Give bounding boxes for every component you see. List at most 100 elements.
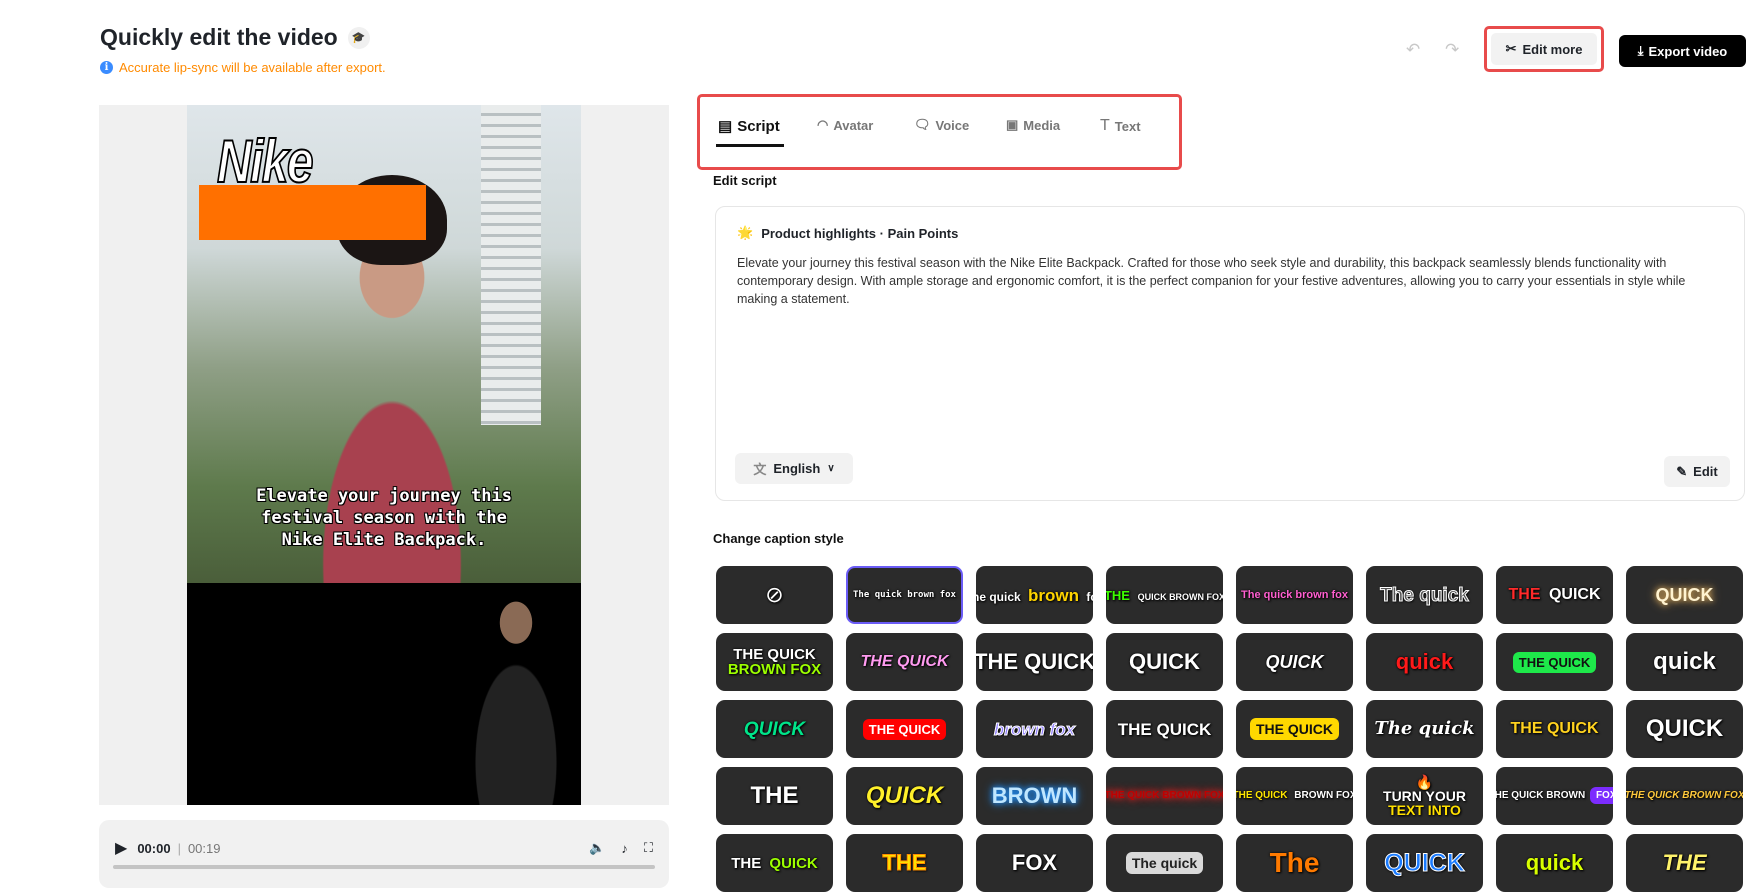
tutorial-hat-icon[interactable]: 🎓 — [347, 26, 370, 49]
caption-sample-text: THE — [731, 854, 766, 872]
caption-style-tile[interactable]: THE QUICK — [716, 834, 833, 892]
caption-style-tile[interactable]: quick — [1626, 633, 1743, 691]
translate-icon: 文 — [753, 462, 767, 477]
caption-sample-line: QUICK — [1382, 850, 1467, 876]
caption-style-tile[interactable]: THE QUICK — [1236, 700, 1353, 758]
caption-sample-text: THE — [750, 782, 799, 809]
notice-text: Accurate lip-sync will be available afte… — [119, 60, 386, 75]
caption-style-tile[interactable]: The quick brown fox — [846, 566, 963, 624]
caption-sample-text: THE — [1662, 850, 1707, 875]
export-label: Export video — [1648, 43, 1728, 59]
video-frame[interactable]: Nike Elevate your journey this festival … — [187, 105, 581, 805]
caption-sample-line: BROWN FOX — [726, 662, 823, 677]
caption-sample-line: THE QUICK BROWN FOX — [1106, 791, 1223, 801]
sparkle-icon: 🌟 — [737, 225, 754, 240]
caption-style-tile[interactable]: THE QUICK BROWN FOX — [1626, 767, 1743, 825]
caption-sample-text: QUICK BROWN FOX — [1137, 591, 1223, 602]
tab-avatar[interactable]: ◠ Avatar — [817, 117, 873, 133]
redo-icon[interactable]: ↷ — [1445, 40, 1459, 60]
edit-more-button[interactable]: ✂ Edit more — [1491, 33, 1597, 65]
caption-sample-text: The quick — [1374, 718, 1475, 739]
caption-style-tile[interactable]: QUICK — [846, 767, 963, 825]
caption-style-tile[interactable]: The quick brown fox — [976, 566, 1093, 624]
caption-sample-text: FOX — [1011, 850, 1058, 875]
caption-style-tile[interactable]: THE QUICK — [846, 700, 963, 758]
video-player-controls: ▶ 00:00 | 00:19 🔈 ♪ ⛶ — [99, 820, 669, 888]
caption-style-tile[interactable]: THE QUICK BROWN FOX — [1236, 767, 1353, 825]
caption-style-tile[interactable]: brown fox — [976, 700, 1093, 758]
caption-style-tile[interactable]: FOX — [976, 834, 1093, 892]
fullscreen-icon[interactable]: ⛶ — [644, 840, 653, 856]
caption-style-tile[interactable]: The quick — [1366, 700, 1483, 758]
caption-style-tile[interactable]: THE QUICK BROWN FOX — [1106, 566, 1223, 624]
caption-style-tile[interactable]: THE — [716, 767, 833, 825]
caption-sample-text: THE — [1508, 586, 1545, 603]
edit-label: Edit — [1693, 464, 1718, 479]
caption-sample-line: The quick brown fox — [976, 587, 1093, 604]
caption-style-tile[interactable]: quick — [1366, 633, 1483, 691]
caption-style-tile[interactable]: The — [1236, 834, 1353, 892]
caption-style-tile[interactable]: QUICK — [1366, 834, 1483, 892]
caption-line: festival season with the — [261, 508, 507, 528]
caption-style-tile[interactable]: THE QUICK — [1496, 700, 1613, 758]
download-icon: ⤓ — [1637, 43, 1644, 58]
caption-style-tile[interactable]: THE QUICK — [976, 633, 1093, 691]
caption-sample-text: QUICK — [1655, 585, 1714, 605]
caption-sample-text: fox — [1086, 589, 1093, 604]
edit-script-button[interactable]: ✎ Edit — [1664, 456, 1730, 487]
caption-style-tile[interactable]: THE QUICK — [1106, 700, 1223, 758]
page-title: Quickly edit the video 🎓 — [100, 24, 370, 51]
caption-style-tile[interactable]: QUICK — [1626, 700, 1743, 758]
caption-style-tile[interactable]: THE QUICK BROWN FOX — [716, 633, 833, 691]
caption-sample-line: THE QUICK — [1509, 721, 1601, 737]
duration: 00:19 — [187, 840, 221, 856]
caption-style-tile[interactable]: The quick brown fox — [1236, 566, 1353, 624]
caption-sample-text: brown fox — [993, 719, 1076, 739]
caption-sample-text: quick — [1653, 648, 1716, 675]
caption-style-tile[interactable]: THE — [846, 834, 963, 892]
caption-sample-line: QUICK — [1264, 653, 1326, 671]
caption-style-tile[interactable]: THE QUICK — [846, 633, 963, 691]
caption-style-tile[interactable]: BROWN — [976, 767, 1093, 825]
tab-media[interactable]: ▣ Media — [1006, 117, 1060, 133]
language-select[interactable]: 文 English ∨ — [735, 453, 853, 484]
caption-sample-line: The quick — [1125, 852, 1204, 874]
caption-sample-text: THE QUICK — [1236, 790, 1291, 801]
script-icon: ▤ — [718, 118, 733, 135]
tab-voice[interactable]: 🗨 Voice — [914, 117, 969, 133]
export-video-button[interactable]: ⤓ Export video — [1619, 35, 1746, 67]
caption-style-tile[interactable]: THE QUICK — [1496, 566, 1613, 624]
caption-sample-line: THE QUICK BROWN FOX — [1106, 589, 1223, 602]
caption-style-tile[interactable]: QUICK — [1236, 633, 1353, 691]
play-icon[interactable]: ▶ — [115, 838, 127, 858]
caption-style-tile[interactable]: THE QUICK — [1496, 633, 1613, 691]
undo-icon[interactable]: ↶ — [1406, 40, 1420, 60]
scissors-icon: ✂ — [1505, 41, 1517, 56]
tiktok-icon[interactable]: ♪ — [621, 841, 628, 856]
caption-sample-text: FOX — [1589, 787, 1613, 804]
media-icon: ▣ — [1006, 117, 1019, 132]
caption-sample-text: THE QUICK — [976, 649, 1093, 674]
caption-style-tile[interactable]: The quick — [1366, 566, 1483, 624]
caption-sample-line: quick — [1651, 650, 1718, 674]
tab-script[interactable]: ▤ Script — [716, 117, 784, 147]
script-text[interactable]: Elevate your journey this festival seaso… — [737, 254, 1714, 308]
caption-style-tile[interactable]: THE QUICK BROWN FOX — [1496, 767, 1613, 825]
caption-style-tile[interactable]: QUICK — [1626, 566, 1743, 624]
caption-sample-line: QUICK — [742, 720, 807, 739]
caption-style-tile[interactable]: QUICK — [716, 700, 833, 758]
caption-sample-line: THE QUICK BROWN FOX — [1496, 787, 1613, 804]
tab-text[interactable]: T Text — [1100, 117, 1141, 135]
volume-icon[interactable]: 🔈 — [589, 840, 605, 856]
caption-style-tile[interactable]: quick — [1496, 834, 1613, 892]
caption-style-tile[interactable]: THE QUICK BROWN FOX — [1106, 767, 1223, 825]
progress-bar[interactable] — [113, 865, 655, 869]
caption-style-tile[interactable]: 🔥 TURN YOUR TEXT INTO — [1366, 767, 1483, 825]
orange-overlay-block[interactable] — [199, 185, 426, 240]
caption-style-tile[interactable]: The quick — [1106, 834, 1223, 892]
info-icon: i — [100, 61, 113, 74]
caption-style-tile[interactable]: QUICK — [1106, 633, 1223, 691]
caption-sample-text: The quick — [1380, 584, 1470, 606]
caption-style-tile[interactable]: THE — [1626, 834, 1743, 892]
caption-style-tile[interactable]: ⊘ — [716, 566, 833, 624]
